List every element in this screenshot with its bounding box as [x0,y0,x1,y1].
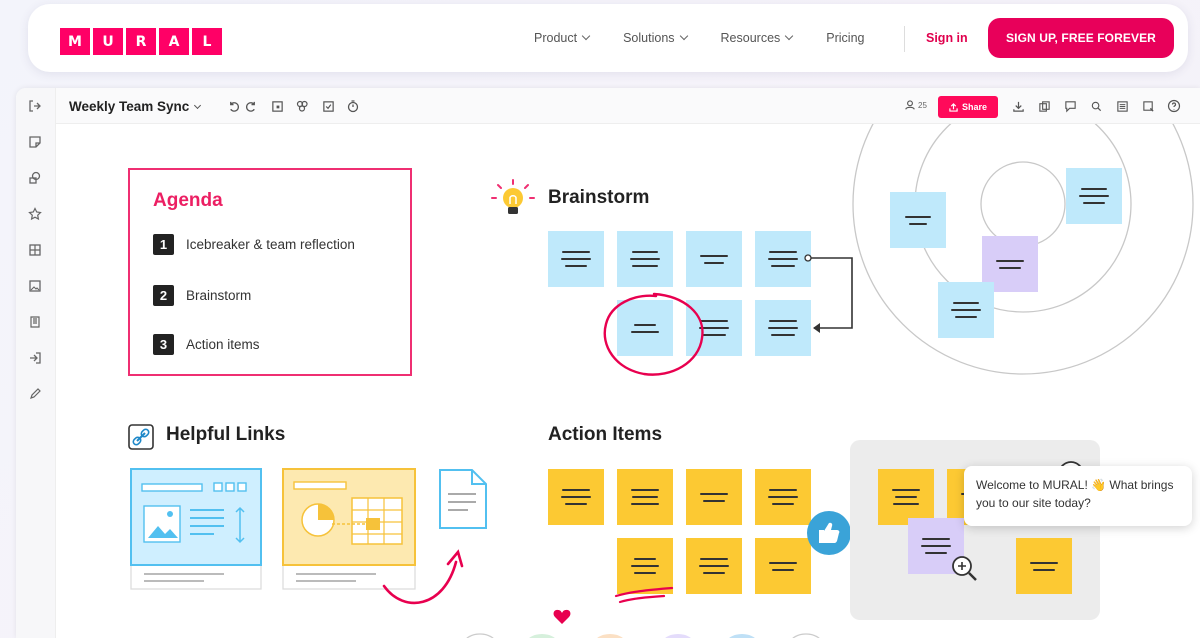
mural-logo[interactable]: M U R A L [60,28,222,55]
collaborator-count: 25 [918,100,927,110]
search-icon[interactable] [1140,98,1156,114]
sticky-note[interactable] [548,231,604,287]
exit-icon[interactable] [27,98,43,114]
web-page-card[interactable] [130,468,264,592]
brainstorm-title: Brainstorm [548,187,650,208]
import-icon[interactable] [27,350,43,366]
image-icon[interactable] [27,278,43,294]
sticky-note-icon[interactable] [27,134,43,150]
nav-links: Product Solutions Resources Pricing [534,31,865,45]
pen-icon[interactable] [27,386,43,402]
helpful-links-title: Helpful Links [166,424,286,445]
chevron-down-icon [785,31,794,41]
sticky-note[interactable] [686,469,742,525]
undo-icon[interactable] [225,98,241,114]
nav-link-label: Resources [720,31,781,45]
curved-arrow[interactable] [378,538,478,618]
group-icon[interactable] [294,98,310,114]
agenda-item[interactable]: 1 Icebreaker & team reflection [153,234,355,255]
sticky-note[interactable] [1066,168,1122,224]
sticky-note[interactable] [890,192,946,248]
checkbox-icon[interactable] [320,98,336,114]
logo-letter: A [159,28,189,55]
board-canvas[interactable]: Agenda 1 Icebreaker & team reflection 2 … [56,124,1200,638]
timer-icon[interactable] [345,98,361,114]
nav-link-product[interactable]: Product [534,31,591,45]
heart-icon[interactable] [552,608,572,626]
chevron-down-icon [679,31,688,41]
sign-in-link[interactable]: Sign in [926,31,968,45]
share-icon [949,102,958,112]
agenda-item-label: Brainstorm [186,288,252,303]
sticky-note[interactable] [686,231,742,287]
action-items-title: Action Items [548,424,663,445]
share-button[interactable]: Share [938,96,998,118]
nav-link-pricing[interactable]: Pricing [826,31,864,45]
sticky-note[interactable] [686,538,742,594]
agenda-number: 3 [153,334,174,355]
hand-drawn-circle[interactable] [594,284,714,384]
agenda-item-label: Action items [186,337,260,352]
lightbulb-icon [491,179,535,214]
logo-letter: M [60,28,90,55]
nav-link-solutions[interactable]: Solutions [623,31,688,45]
tag-icon[interactable] [1088,98,1104,114]
agenda-frame[interactable]: Agenda 1 Icebreaker & team reflection 2 … [128,168,412,376]
left-toolbar [16,88,56,638]
grid-icon[interactable] [27,242,43,258]
board-title: Weekly Team Sync [69,99,190,114]
mural-app-preview: Weekly Team Sync 25 Share Agenda 1 Icebr… [16,88,1200,638]
thumbs-up-icon[interactable] [806,510,852,556]
agenda-title: Agenda [153,190,223,211]
chat-message: Welcome to MURAL! 👋 What brings you to o… [976,478,1174,510]
top-navigation: M U R A L Product Solutions Resources Pr… [28,4,1188,72]
shapes-icon[interactable] [27,170,43,186]
nav-link-label: Solutions [623,31,675,45]
logo-letter: U [93,28,123,55]
sticky-note[interactable] [1016,538,1072,594]
redo-icon[interactable] [243,98,259,114]
agenda-item-label: Icebreaker & team reflection [186,237,355,252]
chat-welcome-bubble[interactable]: Welcome to MURAL! 👋 What brings you to o… [964,466,1192,526]
link-icon [128,424,154,450]
user-icon [905,100,915,110]
sticky-note[interactable] [878,469,934,525]
connector-arrow[interactable] [800,248,856,334]
chevron-down-icon [194,101,202,109]
share-label: Share [961,102,987,112]
nav-link-resources[interactable]: Resources [720,31,794,45]
zoom-cursor-icon [952,556,977,581]
signup-button[interactable]: SIGN UP, FREE FOREVER [988,18,1174,58]
copy-icon[interactable] [1036,98,1052,114]
sticky-note[interactable] [548,469,604,525]
logo-letter: L [192,28,222,55]
list-icon[interactable] [1114,98,1130,114]
nav-link-label: Product [534,31,578,45]
nav-link-label: Pricing [826,31,865,45]
collaborators-indicator[interactable]: 25 [904,99,927,111]
hand-drawn-underline[interactable] [612,584,682,606]
sticky-note[interactable] [617,231,673,287]
download-icon[interactable] [1010,98,1026,114]
sticky-note[interactable] [755,469,811,525]
nav-divider [904,26,905,52]
agenda-item[interactable]: 2 Brainstorm [153,285,251,306]
template-icon[interactable] [27,314,43,330]
star-icon[interactable] [27,206,43,222]
comment-icon[interactable] [1062,98,1078,114]
frame-icon[interactable] [269,98,285,114]
board-title-dropdown[interactable]: Weekly Team Sync [69,99,202,114]
chevron-down-icon [581,31,591,41]
sticky-note[interactable] [617,469,673,525]
agenda-item[interactable]: 3 Action items [153,334,260,355]
bottom-tool-bubbles [466,633,820,638]
help-icon[interactable] [1166,98,1182,114]
agenda-number: 1 [153,234,174,255]
agenda-number: 2 [153,285,174,306]
logo-letter: R [126,28,156,55]
sticky-note[interactable] [755,538,811,594]
board-toolbar: Weekly Team Sync 25 Share [56,88,1200,124]
document-icon[interactable] [438,468,490,530]
sticky-note[interactable] [938,282,994,338]
